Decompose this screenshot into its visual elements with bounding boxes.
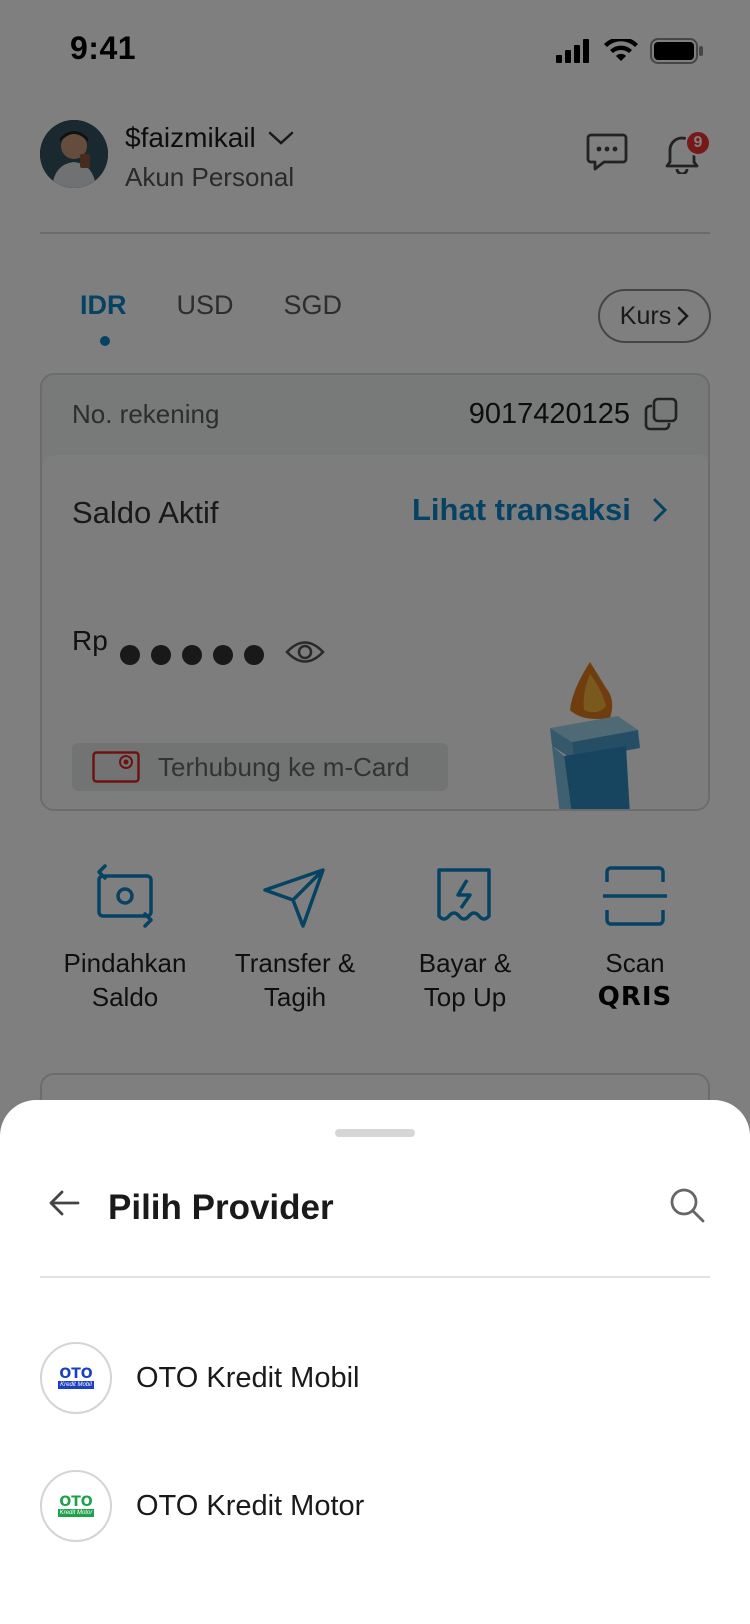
sheet-divider — [40, 1276, 710, 1278]
logo-text: OTO — [59, 1366, 93, 1382]
provider-item-oto-kredit-mobil[interactable]: OTO Kredit Mobil OTO Kredit Mobil — [40, 1342, 710, 1414]
logo-subtext: Kredit Motor — [57, 1509, 95, 1517]
provider-name: OTO Kredit Motor — [136, 1489, 365, 1522]
oto-motor-logo: OTO Kredit Motor — [51, 1492, 101, 1520]
logo-text: OTO — [59, 1494, 93, 1510]
oto-mobil-logo: OTO Kredit Mobil — [51, 1364, 101, 1392]
provider-logo: OTO Kredit Mobil — [40, 1342, 112, 1414]
sheet-title: Pilih Provider — [108, 1188, 334, 1227]
back-arrow-icon[interactable] — [48, 1190, 80, 1216]
provider-name: OTO Kredit Mobil — [136, 1361, 360, 1394]
sheet-header: Pilih Provider — [40, 1180, 710, 1240]
logo-subtext: Kredit Mobil — [58, 1381, 94, 1389]
provider-bottom-sheet: Pilih Provider OTO Kredit Mobil OTO Kred… — [0, 1100, 750, 1624]
search-icon[interactable] — [668, 1186, 706, 1224]
provider-item-oto-kredit-motor[interactable]: OTO Kredit Motor OTO Kredit Motor — [40, 1470, 710, 1542]
sheet-drag-handle[interactable] — [335, 1129, 415, 1137]
home-screen: 9:41 — [0, 0, 750, 1624]
provider-logo: OTO Kredit Motor — [40, 1470, 112, 1542]
